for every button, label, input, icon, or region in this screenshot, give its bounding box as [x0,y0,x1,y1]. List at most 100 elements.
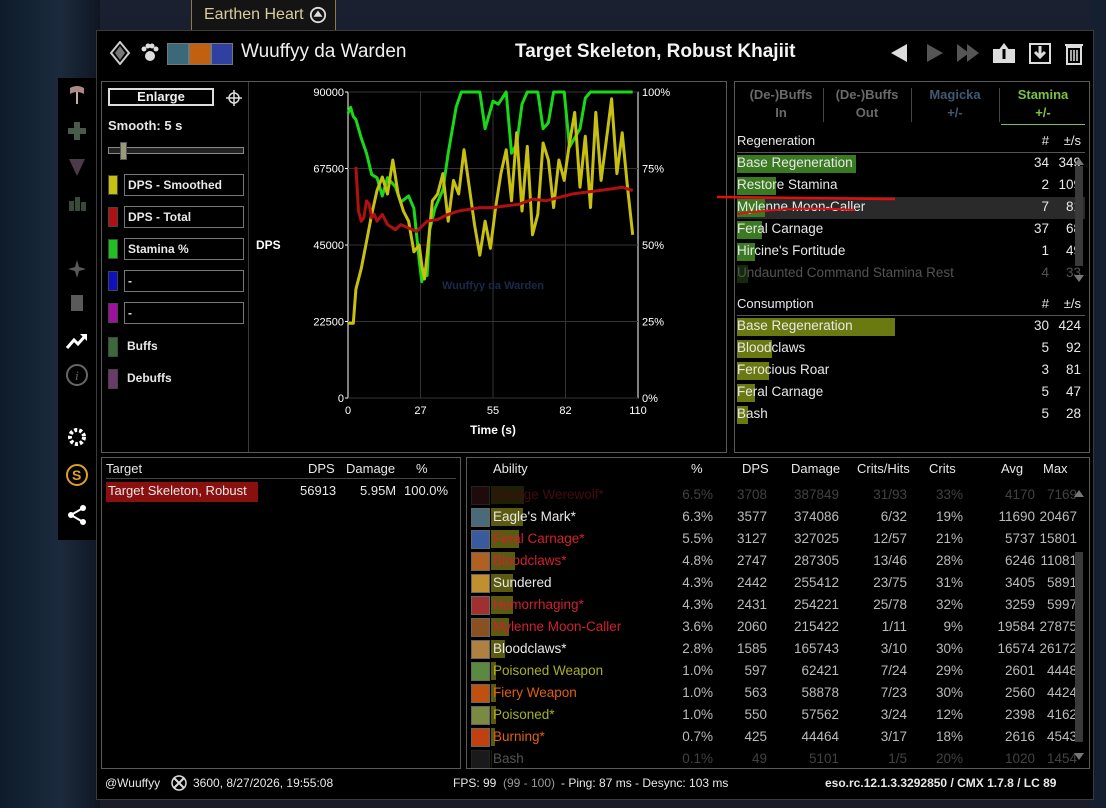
ability-row[interactable]: Feral Carnage* 5.5% 3127 327025 12/57 21% 5737… [469,528,1077,550]
currency-icon[interactable]: S [66,464,88,486]
upload-save-icon[interactable] [991,41,1017,65]
left-toolbar: i S [58,78,96,540]
ability-max: 5891 [1046,575,1077,590]
heal-cross-icon[interactable] [66,120,88,142]
col-avg[interactable]: Avg [1001,461,1023,476]
ability-row[interactable]: Bloodclaws* 2.8% 1585 165743 3/10 30% 16574 261… [469,638,1077,660]
next-fight-icon[interactable] [921,41,947,65]
col-target[interactable]: Target [106,461,142,476]
ability-scroll-down-icon[interactable] [1073,752,1085,762]
regeneration-header-name[interactable]: Regeneration [737,133,815,148]
scroll-down-icon[interactable] [1073,274,1085,284]
legend-swatch[interactable] [108,337,118,357]
delete-trash-icon[interactable] [1061,41,1087,65]
scroll-icon[interactable] [66,292,88,314]
legend-item[interactable]: DPS - Smoothed [108,174,244,196]
legend-swatch[interactable] [108,239,118,259]
ability-pct: 4.3% [682,597,713,612]
tab-buffs-in[interactable]: (De-)Buffs In [739,86,823,122]
col-damage[interactable]: Damage [346,461,395,476]
ability-icon [471,640,490,659]
download-load-icon[interactable] [1027,41,1053,65]
regen-scrollbar[interactable] [1075,166,1083,266]
legend-item[interactable]: DPS - Total [108,206,244,228]
ability-row[interactable]: Sundered 4.3% 2442 255412 23/75 31% 3405 5891 [469,572,1077,594]
col-pct[interactable]: % [416,461,428,476]
ability-icon [471,574,490,593]
col-crits[interactable]: Crits [929,461,956,476]
legend-swatch[interactable] [108,369,118,389]
col-ability-dps[interactable]: DPS [742,461,769,476]
ability-row[interactable]: Fiery Weapon 1.0% 563 58878 7/23 30% 2560 4424 [469,682,1077,704]
regeneration-row[interactable]: Hircine's Fortitude 1 49 [737,241,1085,263]
ability-row[interactable]: Poisoned* 1.0% 550 57562 3/24 12% 2398 4162 [469,704,1077,726]
ability-row[interactable]: Bash 0.1% 49 5101 1/5 20% 1020 1454 [469,748,1077,770]
ability-avg: 6246 [1004,553,1035,568]
ability-avg: 5737 [1004,531,1035,546]
scroll-up-icon[interactable] [1073,156,1085,166]
previous-fight-icon[interactable] [887,41,913,65]
regeneration-row[interactable]: Feral Carnage 37 68 [737,219,1085,241]
col-dps[interactable]: DPS [308,461,335,476]
col-ability-pct[interactable]: % [691,461,703,476]
consumption-row[interactable]: Bash 5 28 [737,404,1085,426]
regeneration-header-count[interactable]: # [1042,133,1049,148]
ability-crits: 19% [935,509,963,524]
ability-name: Poisoned* [493,707,555,722]
ability-pct: 4.3% [682,575,713,590]
share-icon[interactable] [66,504,88,526]
ability-row[interactable]: Mylenne Moon-Caller 3.6% 2060 215422 1/11 9% 1… [469,616,1077,638]
consumption-row[interactable]: Ferocious Roar 3 81 [737,360,1085,382]
smooth-slider[interactable] [108,142,244,160]
consumption-row[interactable]: Base Regeneration 30 424 [737,316,1085,338]
dps-chart[interactable]: Wuuffyy da Warden 0 22500 45000 67500 90000 0%… [252,82,722,452]
ability-name: Fiery Weapon [493,685,577,700]
tab-magicka[interactable]: Magicka +/- [913,86,997,122]
ability-row[interactable]: Poisoned Weapon 1.0% 597 62421 7/24 29% 2601 44… [469,660,1077,682]
legend-item[interactable]: - [108,270,244,292]
legend-swatch[interactable] [108,271,118,291]
info-icon[interactable]: i [66,364,88,386]
settings-gear-icon[interactable] [66,426,88,448]
legend-item[interactable]: Debuffs [108,368,244,390]
tab-label-line: (De-)Buffs [749,87,813,102]
legend-swatch[interactable] [108,303,118,323]
col-crits-hits[interactable]: Crits/Hits [857,461,910,476]
legend-item[interactable]: Stamina % [108,238,244,260]
ability-row[interactable]: Burning* 0.7% 425 44464 3/17 18% 2616 4543 [469,726,1077,748]
regeneration-header-rate[interactable]: ±/s [1064,133,1081,148]
consumption-header-rate[interactable]: ±/s [1064,296,1081,311]
legend-item[interactable]: - [108,302,244,324]
regeneration-row[interactable]: Base Regeneration 34 349 [737,153,1085,175]
ability-row[interactable]: Savage Werewolf* 6.5% 3708 387849 31/93 33% 41… [469,484,1077,506]
ability-row[interactable]: Eagle's Mark* 6.3% 3577 374086 6/32 19% 11690 2… [469,506,1077,528]
ability-row[interactable]: Hemorrhaging* 4.3% 2431 254221 25/78 32% 3259 5… [469,594,1077,616]
graph-trend-icon[interactable] [66,330,88,352]
shield-icon[interactable] [66,156,88,178]
col-max[interactable]: Max [1043,461,1068,476]
last-fight-icon[interactable] [955,41,981,65]
col-ability[interactable]: Ability [493,461,528,476]
enlarge-button[interactable]: Enlarge [108,88,214,106]
legend-swatch[interactable] [108,175,118,195]
crosshair-icon[interactable] [226,90,242,106]
axe-icon[interactable] [66,84,88,106]
ability-scrollbar[interactable] [1075,552,1083,742]
consumption-row[interactable]: Feral Carnage 5 47 [737,382,1085,404]
consumption-header-count[interactable]: # [1042,296,1049,311]
col-ability-damage[interactable]: Damage [791,461,840,476]
slider-knob[interactable] [120,142,127,160]
group-icon[interactable] [66,192,88,214]
tab-stamina[interactable]: Stamina +/- [1001,86,1085,122]
legend-item[interactable]: Buffs [108,336,244,358]
tab-buffs-out[interactable]: (De-)Buffs Out [825,86,909,122]
ability-scroll-up-icon[interactable] [1073,488,1085,498]
consumption-row[interactable]: Bloodclaws 5 92 [737,338,1085,360]
regeneration-row[interactable]: Undaunted Command Stamina Rest 4 33 [737,263,1085,285]
target-row[interactable]: Target Skeleton, Robust 56913 5.95M 100.… [106,482,456,502]
resource-star-icon[interactable] [66,258,88,280]
target-panel: Target DPS Damage % Target Skeleton, Rob… [101,457,461,769]
legend-swatch[interactable] [108,207,118,227]
ability-row[interactable]: Bloodclaws* 4.8% 2747 287305 13/46 28% 6246 110… [469,550,1077,572]
consumption-header-name[interactable]: Consumption [737,296,814,311]
